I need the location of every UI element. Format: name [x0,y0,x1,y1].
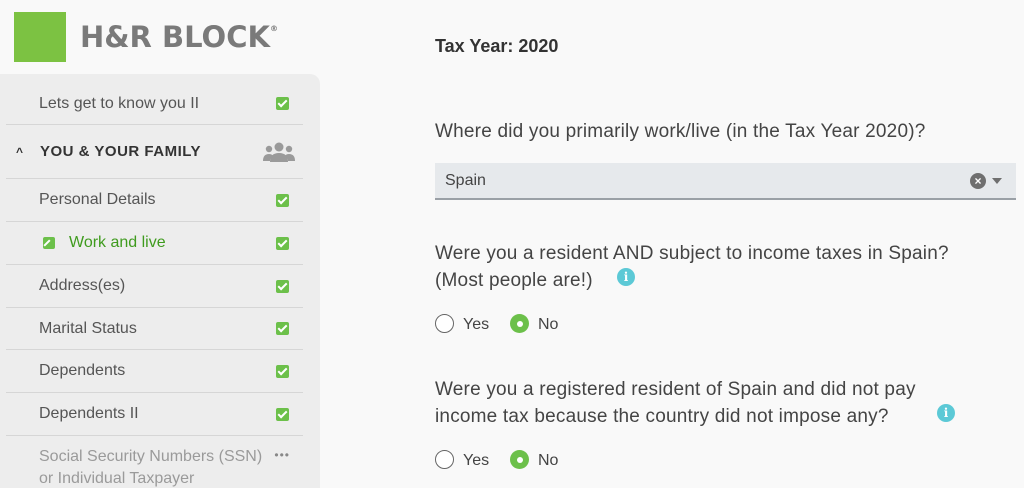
question-line: Were you a registered resident of Spain … [435,379,916,400]
sidebar-section-label: YOU & YOUR FAMILY [40,143,202,160]
logo-square-icon [14,12,66,62]
registered-no-label[interactable]: No [538,452,558,470]
registered-no-radio[interactable] [510,450,529,469]
family-icon [263,142,295,162]
resident-no-label[interactable]: No [538,316,558,334]
country-select-value: Spain [445,172,486,189]
sidebar-item-personal-details[interactable]: Personal Details [6,179,303,222]
checkmark-icon [276,407,289,421]
question-line: Were you a resident AND subject to incom… [435,243,949,264]
sidebar-item-ssn[interactable]: Social Security Numbers (SSN) or Individ… [39,446,279,488]
checkmark-icon [276,97,289,110]
info-icon[interactable]: i [617,268,635,286]
resident-yes-label[interactable]: Yes [463,316,489,334]
brand-logo: H&R BLOCK® [14,12,278,62]
question-registered-resident: Were you a registered resident of Spain … [435,376,916,430]
sidebar-nav: Lets get to know you II ^ YOU & YOUR FAM… [0,74,320,488]
question-work-live: Where did you primarily work/live (in th… [435,121,926,142]
country-select[interactable]: Spain × [435,163,1016,200]
sidebar-item-label: Personal Details [39,191,156,208]
resident-yes-radio[interactable] [435,314,454,333]
sidebar-item-label: Lets get to know you II [39,94,200,112]
sidebar-item-work-and-live[interactable]: Work and live [6,222,303,265]
chevron-up-icon: ^ [16,144,24,159]
sidebar-item-dependents[interactable]: Dependents [6,350,303,393]
question-resident-taxes: Were you a resident AND subject to incom… [435,240,949,294]
sidebar-item-dependents-ii[interactable]: Dependents II [6,393,303,436]
sidebar-item-marital-status[interactable]: Marital Status [6,308,303,350]
sidebar-item-label: Dependents [39,362,126,379]
pending-dots-icon: ••• [274,448,290,462]
registered-yes-label[interactable]: Yes [463,452,489,470]
question-line: (Most people are!) [435,270,593,291]
checkmark-icon [276,193,289,207]
resident-no-radio[interactable] [510,314,529,333]
sidebar-item-label: Marital Status [39,319,137,337]
sidebar-section-you-and-family[interactable]: ^ YOU & YOUR FAMILY [6,125,303,179]
registered-yes-radio[interactable] [435,450,454,469]
sidebar-item-addresses[interactable]: Address(es) [6,265,303,308]
edit-pencil-icon [43,237,55,249]
checkmark-icon [276,279,289,293]
brand-name: H&R BLOCK® [80,19,278,54]
page-title: Tax Year: 2020 [435,36,559,56]
question-line: income tax because the country did not i… [435,406,889,427]
clear-icon[interactable]: × [970,173,986,189]
sidebar-item-lets-get-to-know-you-ii[interactable]: Lets get to know you II [6,83,303,125]
info-icon[interactable]: i [937,404,955,422]
sidebar-item-label: Dependents II [39,405,139,422]
checkmark-icon [276,236,289,250]
checkmark-icon [276,364,289,378]
checkmark-icon [276,322,289,335]
chevron-down-icon[interactable] [992,178,1002,184]
sidebar-item-label: Work and live [69,234,166,251]
sidebar-item-label: Address(es) [39,277,126,294]
